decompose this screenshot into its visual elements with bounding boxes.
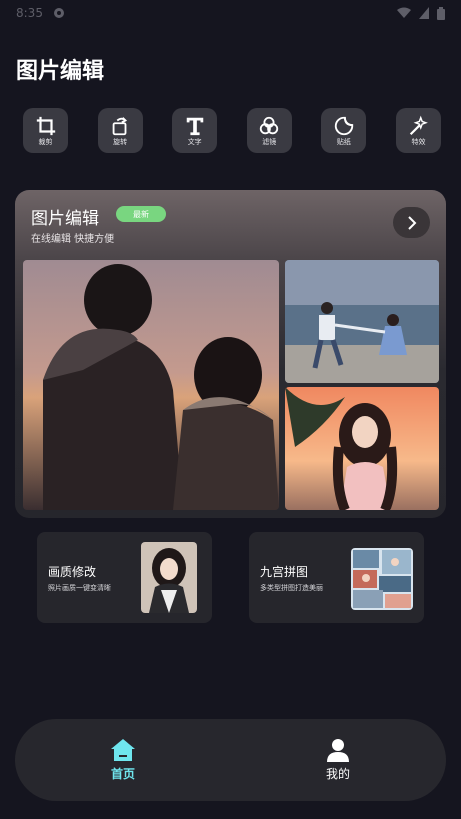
tool-sticker[interactable]: 贴纸 [321,108,367,153]
tab-home[interactable]: 首页 [93,737,153,782]
page-title: 图片编辑 [16,59,105,84]
card-arrow-button[interactable] [393,207,430,238]
tool-row: 裁剪 旋转 文字 滤镜 贴纸 特效 [23,108,441,153]
status-left: 8:35 [16,6,65,20]
home-icon [111,739,135,761]
signal-icon [419,7,429,19]
photo-couple-sunset [23,260,279,510]
user-icon [327,739,349,762]
feature-title: 画质修改 [48,565,97,579]
status-time: 8:35 [16,6,43,20]
sticker-icon [334,116,354,136]
tool-filter[interactable]: 滤镜 [246,108,292,153]
status-bar: 8:35 [0,0,461,26]
feature-description: 多类型拼图打造美丽 [260,584,323,592]
tool-crop[interactable]: 裁剪 [23,108,68,153]
tool-rotate[interactable]: 旋转 [97,108,143,153]
new-badge: 最新 [116,206,166,222]
tool-label: 特效 [411,138,426,146]
rotate-icon [112,117,128,136]
tool-label: 贴纸 [336,138,351,146]
feature-quality-fix[interactable]: 画质修改 照片画质一键变清晰 [37,532,212,623]
tool-text[interactable]: 文字 [172,108,218,153]
tool-effects[interactable]: 特效 [395,108,441,153]
tab-mine[interactable]: 我的 [308,737,368,782]
wifi-icon [397,7,411,18]
tool-label: 文字 [187,138,202,146]
feature-description: 照片画质一键变清晰 [48,584,111,592]
crop-icon [36,116,55,136]
photo-beach-girl [285,387,439,510]
battery-icon [437,6,445,20]
card-title: 图片编辑 [31,209,99,229]
photo-edit-card[interactable]: 图片编辑 最新 在线编辑 快捷方便 [15,190,446,518]
chevron-right-icon [407,215,416,230]
tool-label: 滤镜 [262,138,277,146]
tool-label: 旋转 [113,138,128,146]
feature-thumbnail [351,548,413,610]
feature-title: 九宫拼图 [260,565,309,579]
photo-beach-couple [285,260,439,383]
tool-label: 裁剪 [38,138,53,146]
tab-label-mine: 我的 [325,767,350,781]
card-subtitle: 在线编辑 快捷方便 [31,234,115,245]
magic-wand-icon [410,115,429,136]
status-right [397,6,445,20]
feature-grid-collage[interactable]: 九宫拼图 多类型拼图打造美丽 [249,532,424,623]
tab-label-home: 首页 [110,767,135,781]
feature-thumbnail [141,542,197,613]
bottom-tab-bar: 首页 我的 [15,719,446,801]
text-icon [186,117,203,136]
filter-icon [260,116,279,135]
notification-icon [53,8,64,18]
